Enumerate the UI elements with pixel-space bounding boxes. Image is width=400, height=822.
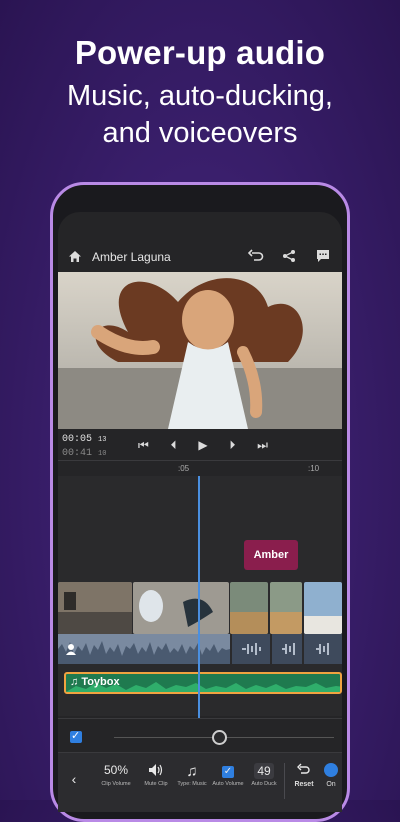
- speaker-icon: [136, 763, 176, 779]
- music-clip-label: ♫ Toybox: [70, 676, 120, 688]
- top-bar: Amber Laguna: [58, 244, 342, 272]
- on-toggle[interactable]: On: [320, 763, 342, 788]
- share-icon[interactable]: [282, 249, 296, 268]
- volume-slider-knob[interactable]: [212, 730, 227, 745]
- transport-controls: ⏮ ⏴ ▶ ⏵ ⏭: [138, 438, 268, 453]
- ruler-tick: :10: [308, 464, 320, 473]
- ruler-tick: :05: [178, 464, 190, 473]
- current-time: 00:05: [62, 434, 93, 445]
- video-clip[interactable]: [304, 582, 342, 634]
- title-clip[interactable]: Amber: [244, 540, 298, 570]
- reset-icon: [284, 763, 324, 779]
- promo-subtitle: Music, auto-ducking, and voiceovers: [0, 78, 400, 152]
- play-icon[interactable]: ▶: [198, 438, 207, 453]
- total-time: 00:41: [62, 448, 93, 459]
- promo-title: Power-up audio: [74, 34, 326, 71]
- auto-volume-label: Auto Volume: [212, 781, 244, 787]
- music-note-icon: ♫: [186, 763, 198, 780]
- auto-volume-button[interactable]: ✓ Auto Volume: [208, 763, 248, 788]
- total-frames: 10: [98, 450, 107, 458]
- audio-toolbar: ‹ 50% Clip Volume Mute Clip ♫ Type: Musi…: [58, 752, 342, 812]
- home-icon[interactable]: [68, 250, 82, 268]
- clip-volume-button[interactable]: 50% Clip Volume: [96, 763, 136, 788]
- video-clip[interactable]: [58, 582, 132, 634]
- video-clip[interactable]: [270, 582, 302, 634]
- promo-subtitle-line1: Music, auto-ducking,: [67, 80, 333, 112]
- clip-audio-track[interactable]: [58, 634, 342, 664]
- playhead[interactable]: [198, 476, 200, 718]
- clip-volume-value: 50%: [103, 763, 129, 777]
- mute-clip-label: Mute Clip: [144, 781, 168, 787]
- project-title: Amber Laguna: [92, 250, 171, 264]
- clip-volume-label: Clip Volume: [101, 781, 131, 787]
- time-readout: 00:05 13 00:41 10: [62, 434, 106, 459]
- enable-checkbox[interactable]: [70, 729, 82, 743]
- reset-button[interactable]: Reset: [284, 763, 324, 788]
- music-clip[interactable]: ♫ Toybox: [64, 672, 342, 694]
- type-music-button[interactable]: ♫ Type: Music: [172, 763, 212, 788]
- auto-duck-label: Auto Duck: [251, 781, 277, 787]
- app-screen: Amber Laguna 00:05 13 00:41 10 ⏮ ⏴ ▶ ⏵ ⏭…: [58, 212, 342, 812]
- type-music-label: Type: Music: [177, 781, 207, 787]
- undo-icon[interactable]: [247, 249, 264, 268]
- time-ruler[interactable]: :05 :10: [58, 460, 342, 477]
- voiceover-icon: [66, 642, 78, 660]
- auto-volume-checkbox: ✓: [222, 766, 234, 778]
- auto-duck-button[interactable]: 49 Auto Duck: [244, 763, 284, 788]
- video-clip[interactable]: [230, 582, 268, 634]
- toggle-label: On: [326, 781, 336, 788]
- video-clip[interactable]: [133, 582, 229, 634]
- mute-clip-button[interactable]: Mute Clip: [136, 763, 176, 788]
- music-clip-title: Toybox: [81, 676, 120, 688]
- volume-slider-bar: [58, 718, 342, 753]
- reset-label: Reset: [294, 781, 314, 788]
- step-forward-icon[interactable]: ⏵: [229, 438, 235, 453]
- back-chevron-icon[interactable]: ‹: [62, 771, 86, 787]
- promo-subtitle-line2: and voiceovers: [102, 117, 298, 149]
- skip-to-end-icon[interactable]: ⏭: [257, 438, 268, 453]
- current-frames: 13: [98, 436, 107, 444]
- comment-icon[interactable]: [316, 249, 330, 268]
- skip-to-start-icon[interactable]: ⏮: [138, 438, 149, 453]
- video-track: [58, 582, 342, 634]
- auto-duck-value: 49: [254, 763, 274, 779]
- video-preview[interactable]: [58, 272, 342, 429]
- step-back-icon[interactable]: ⏴: [171, 438, 177, 453]
- timeline[interactable]: Amber ♫ Toybox: [58, 476, 342, 716]
